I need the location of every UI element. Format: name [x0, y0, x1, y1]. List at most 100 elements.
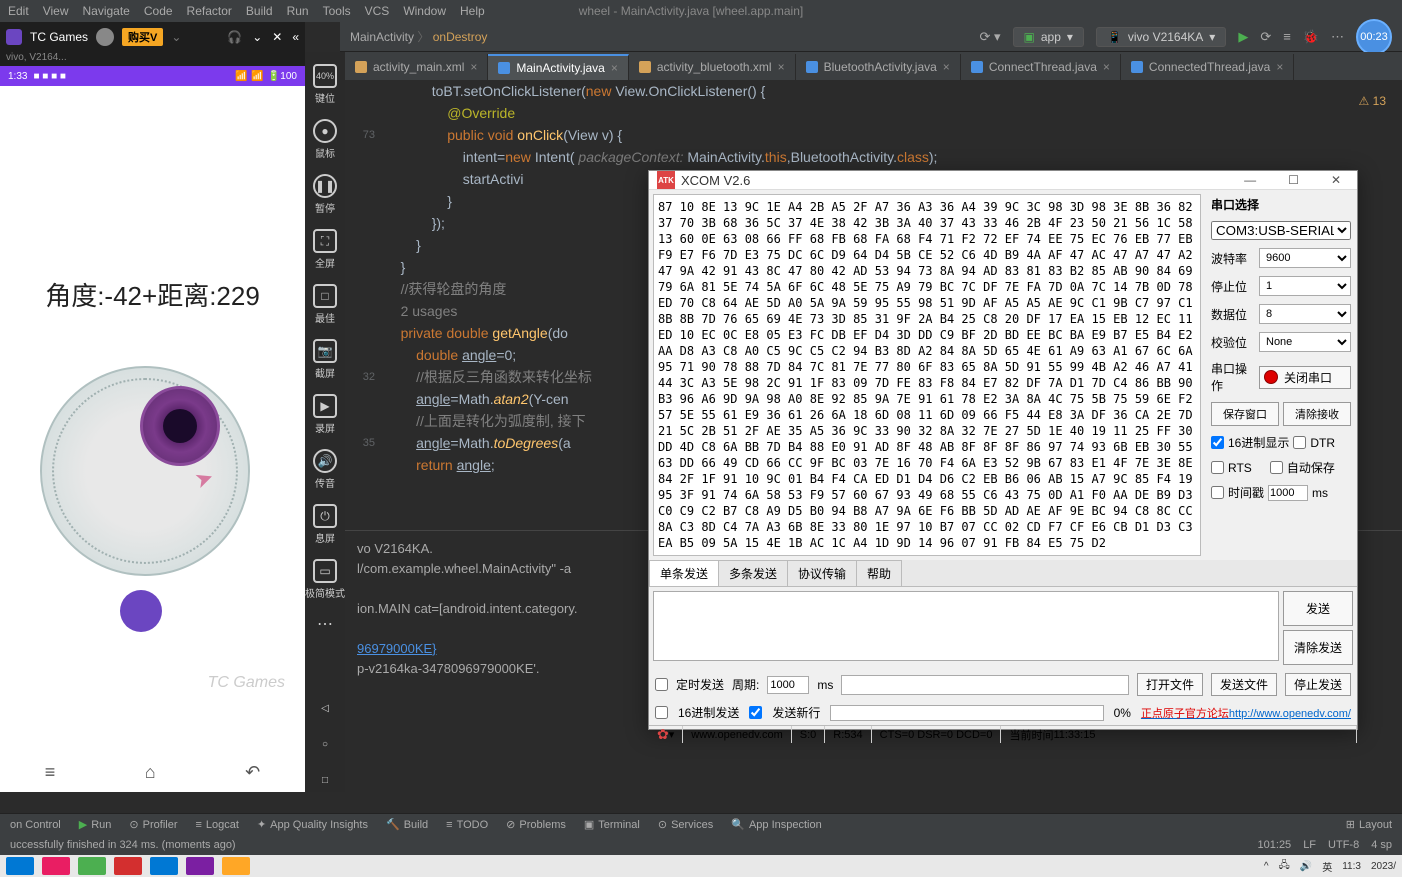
build-button[interactable]: 🔨 Build — [386, 818, 428, 831]
send-file-button[interactable]: 发送文件 — [1211, 673, 1277, 696]
nav-menu-icon[interactable]: ≡ — [45, 762, 56, 783]
tool-screenshot[interactable]: 📷截屏 — [313, 335, 337, 384]
gear-icon[interactable]: ✿ — [657, 726, 669, 743]
send-newline-checkbox[interactable] — [749, 706, 762, 719]
com-port-select[interactable]: COM3:USB-SERIAL CH340 — [1211, 221, 1351, 240]
task-vscode-icon[interactable] — [150, 857, 178, 875]
nav-recent[interactable]: □ — [313, 768, 337, 792]
tool-more[interactable]: ⋯ — [317, 610, 333, 638]
tab-connectthread-java[interactable]: ConnectThread.java× — [961, 54, 1121, 80]
file-path-field[interactable] — [841, 675, 1129, 695]
dtr-checkbox[interactable] — [1293, 436, 1306, 449]
tray-ime[interactable]: 英 — [1322, 859, 1332, 874]
task-app2-icon[interactable] — [78, 857, 106, 875]
run-icon[interactable]: ▶ — [1238, 29, 1248, 45]
tool-audio[interactable]: 🔊传音 — [313, 445, 337, 494]
phone-screen[interactable]: 角度:-42+距离:229 ➤ TC Games ≡ ⌂ ↶ — [0, 86, 305, 792]
baud-select[interactable]: 9600 — [1259, 248, 1351, 268]
menu-tools[interactable]: Tools — [323, 4, 351, 18]
terminal-button[interactable]: ▣ Terminal — [584, 818, 640, 831]
tool-minimal[interactable]: ▭极简模式 — [305, 555, 345, 604]
logcat-button[interactable]: ≡ Logcat — [195, 819, 238, 831]
run-button[interactable]: ▶Run — [79, 818, 112, 831]
rts-checkbox[interactable] — [1211, 461, 1224, 474]
task-app1-icon[interactable] — [42, 857, 70, 875]
clear-send-button[interactable]: 清除发送 — [1283, 630, 1353, 665]
nav-back-icon[interactable]: ↶ — [245, 762, 260, 783]
maximize-button[interactable]: ☐ — [1280, 171, 1307, 189]
problems-button[interactable]: ⊘ Problems — [506, 818, 566, 831]
close-icon[interactable]: × — [1276, 60, 1283, 74]
send-button[interactable]: 发送 — [1283, 591, 1353, 626]
clear-receive-button[interactable]: 清除接收 — [1283, 402, 1351, 426]
tab-mainactivity-java[interactable]: MainActivity.java× — [488, 54, 629, 80]
debug-icon[interactable]: ⟳ — [1260, 29, 1271, 45]
line-separator[interactable]: LF — [1303, 839, 1316, 851]
tab-activity-bluetooth-xml[interactable]: activity_bluetooth.xml× — [629, 54, 796, 80]
bug-icon[interactable]: 🐞 — [1303, 29, 1319, 45]
close-icon[interactable]: × — [470, 60, 477, 74]
tool-record[interactable]: ▶录屏 — [313, 390, 337, 439]
hex-display-checkbox[interactable] — [1211, 436, 1224, 449]
menu-navigate[interactable]: Navigate — [82, 4, 129, 18]
parity-select[interactable]: None — [1259, 332, 1351, 352]
collapse-icon[interactable]: « — [292, 30, 299, 44]
timestamp-interval[interactable] — [1268, 485, 1308, 501]
tool-keymapping[interactable]: 40%键位 — [313, 60, 337, 109]
indent[interactable]: 4 sp — [1371, 839, 1392, 851]
tool-bestfit[interactable]: □最佳 — [313, 280, 337, 329]
open-file-button[interactable]: 打开文件 — [1137, 673, 1203, 696]
autosave-checkbox[interactable] — [1270, 461, 1283, 474]
close-port-button[interactable]: 关闭串口 — [1259, 366, 1351, 389]
tool-mouse[interactable]: ●鼠标 — [313, 115, 337, 164]
close-button[interactable]: ✕ — [1323, 171, 1349, 189]
run-config-selector[interactable]: ▣app▾ — [1013, 27, 1084, 47]
profiler-icon[interactable]: ≡ — [1283, 29, 1291, 44]
minimize-icon[interactable]: ⌄ — [252, 30, 262, 44]
services-button[interactable]: ⊙ Services — [658, 818, 713, 831]
menu-vcs[interactable]: VCS — [365, 4, 390, 18]
close-icon[interactable]: × — [1103, 60, 1110, 74]
timestamp-checkbox[interactable] — [1211, 486, 1224, 499]
tab-single-send[interactable]: 单条发送 — [649, 560, 719, 586]
hex-send-checkbox[interactable] — [655, 706, 668, 719]
stop-select[interactable]: 1 — [1259, 276, 1351, 296]
task-app5-icon[interactable] — [186, 857, 214, 875]
device-selector[interactable]: 📱vivo V2164KA▾ — [1096, 27, 1226, 47]
forum-link[interactable]: 正点原子官方论坛http://www.openedv.com/ — [1141, 705, 1351, 721]
profiler-button[interactable]: ⊙ Profiler — [129, 818, 177, 831]
tray-volume-icon[interactable]: 🔊 — [1300, 861, 1312, 872]
nav-home[interactable]: ○ — [313, 732, 337, 756]
tab-connectedthread-java[interactable]: ConnectedThread.java× — [1121, 54, 1294, 80]
menu-view[interactable]: View — [43, 4, 69, 18]
wheel-handle[interactable] — [140, 386, 220, 466]
tool-screenoff[interactable]: ⏻息屏 — [313, 500, 337, 549]
send-textarea[interactable] — [653, 591, 1279, 661]
status-url[interactable]: www.openedv.com — [683, 726, 792, 743]
breadcrumb-method[interactable]: onDestroy — [433, 30, 488, 44]
close-icon[interactable]: × — [778, 60, 785, 74]
menu-window[interactable]: Window — [403, 4, 446, 18]
close-icon[interactable]: ✕ — [272, 30, 282, 44]
buy-button[interactable]: 购买V — [122, 28, 163, 46]
task-explorer-icon[interactable] — [222, 857, 250, 875]
tab-help[interactable]: 帮助 — [856, 560, 902, 586]
tray-up-icon[interactable]: ^ — [1264, 861, 1269, 872]
menu-code[interactable]: Code — [144, 4, 173, 18]
menu-refactor[interactable]: Refactor — [187, 4, 232, 18]
user-avatar-icon[interactable] — [96, 28, 114, 46]
save-window-button[interactable]: 保存窗口 — [1211, 402, 1279, 426]
menu-build[interactable]: Build — [246, 4, 273, 18]
quality-button[interactable]: ✦ App Quality Insights — [257, 818, 368, 831]
xcom-titlebar[interactable]: ATK XCOM V2.6 — ☐ ✕ — [649, 171, 1357, 190]
action-button[interactable] — [120, 590, 162, 632]
tray-network-icon[interactable]: 🖧 — [1279, 858, 1290, 875]
encoding[interactable]: UTF-8 — [1328, 839, 1359, 851]
nav-home-icon[interactable]: ⌂ — [145, 762, 156, 783]
menu-run[interactable]: Run — [287, 4, 309, 18]
windows-start-icon[interactable] — [6, 857, 34, 875]
tray-time[interactable]: 11:3 — [1342, 861, 1361, 872]
tab-multi-send[interactable]: 多条发送 — [718, 560, 788, 586]
tab-bluetoothactivity-java[interactable]: BluetoothActivity.java× — [796, 54, 961, 80]
tool-pause[interactable]: ❚❚暂停 — [313, 170, 337, 219]
